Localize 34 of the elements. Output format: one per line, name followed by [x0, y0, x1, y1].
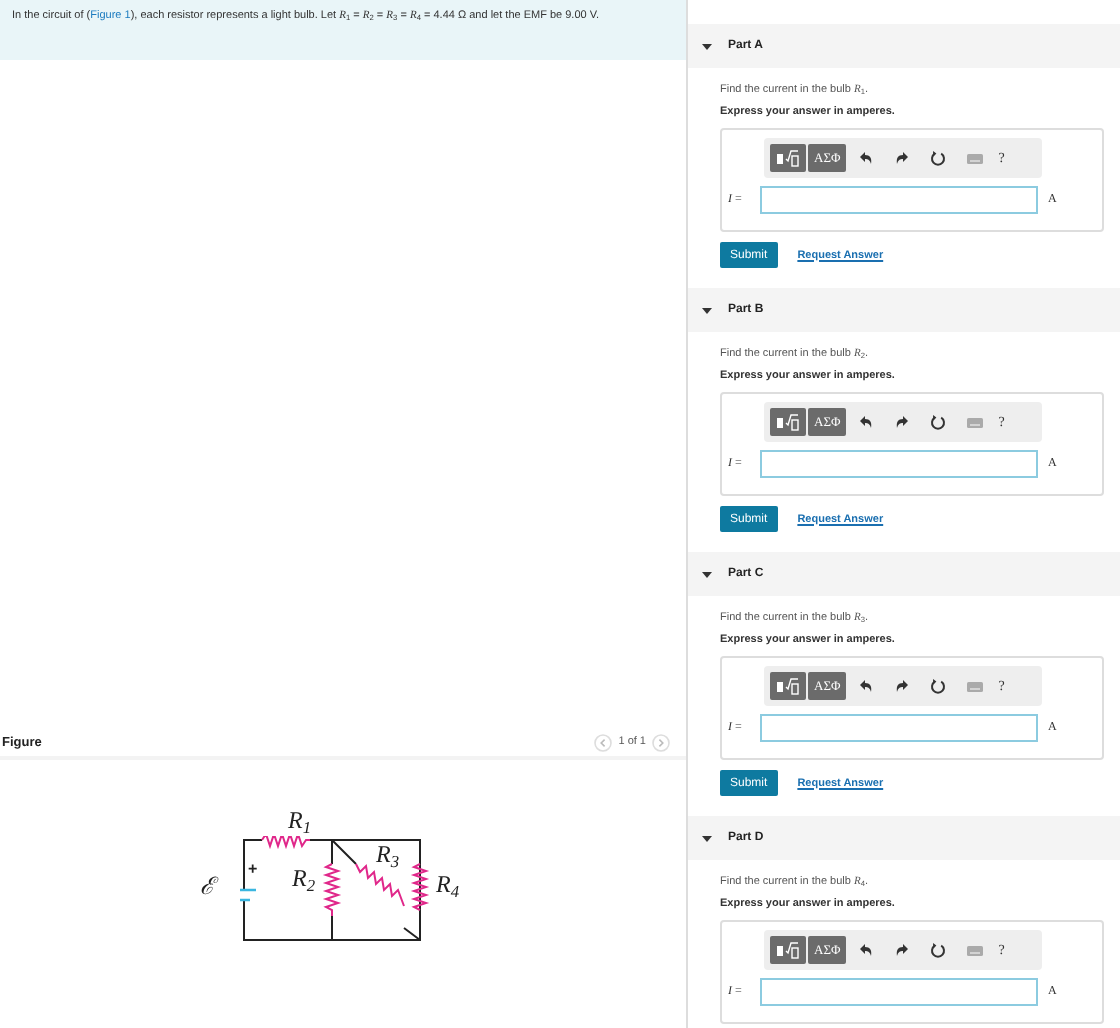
template-icon — [776, 148, 800, 168]
redo-icon[interactable] — [894, 678, 911, 694]
r-label: R$_{3}$ — [376, 842, 400, 866]
template-icon — [776, 676, 800, 696]
template-icon — [776, 940, 800, 960]
template-button[interactable] — [770, 936, 806, 964]
collapse-icon[interactable] — [702, 41, 712, 51]
reset-icon[interactable] — [930, 150, 947, 166]
collapse-icon[interactable] — [702, 569, 712, 579]
template-button[interactable] — [770, 144, 806, 172]
r-label: R$_{4}$ — [436, 872, 460, 896]
collapse-icon[interactable] — [702, 833, 712, 843]
redo-icon[interactable] — [894, 942, 911, 958]
template-icon — [776, 412, 800, 432]
answer-field[interactable] — [760, 450, 1038, 478]
answer-field[interactable] — [760, 186, 1038, 214]
undo-icon[interactable] — [858, 414, 875, 430]
reset-icon[interactable] — [930, 942, 947, 958]
undo-icon[interactable] — [858, 678, 875, 694]
redo-icon[interactable] — [894, 150, 911, 166]
undo-icon[interactable] — [858, 942, 875, 958]
r-label: R$_{1}$ — [288, 808, 312, 832]
answer-field[interactable] — [760, 714, 1038, 742]
answer-field[interactable] — [760, 978, 1038, 1006]
plus-label: + — [248, 858, 258, 882]
collapse-icon[interactable] — [702, 305, 712, 315]
undo-icon[interactable] — [858, 150, 875, 166]
emf-label: ℰ — [200, 874, 214, 898]
r-label: R$_{2}$ — [292, 866, 316, 890]
template-button[interactable] — [770, 672, 806, 700]
reset-icon[interactable] — [930, 678, 947, 694]
redo-icon[interactable] — [894, 414, 911, 430]
template-button[interactable] — [770, 408, 806, 436]
reset-icon[interactable] — [930, 414, 947, 430]
